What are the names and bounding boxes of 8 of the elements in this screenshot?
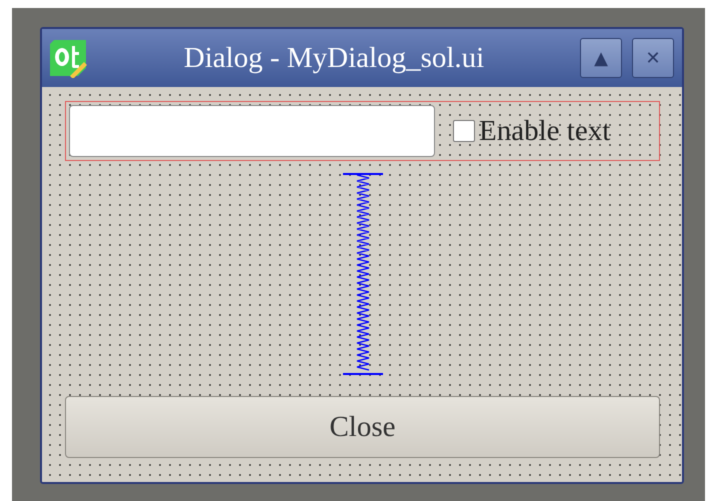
window-title: Dialog - MyDialog_sol.ui bbox=[182, 42, 486, 74]
checkbox[interactable] bbox=[453, 120, 475, 142]
text-field[interactable] bbox=[69, 105, 435, 157]
qt-logo-icon bbox=[48, 38, 88, 78]
minimize-button[interactable]: ▲ bbox=[580, 38, 622, 78]
close-button[interactable]: Close bbox=[65, 396, 660, 458]
close-window-button[interactable]: ✕ bbox=[632, 38, 674, 78]
checkbox-label: Enable text bbox=[479, 114, 610, 148]
